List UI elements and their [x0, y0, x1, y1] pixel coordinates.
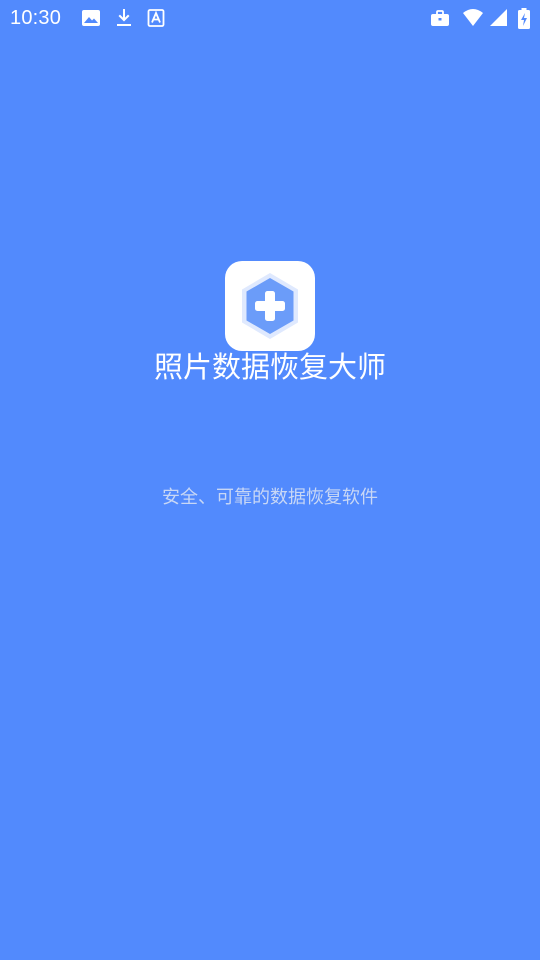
- app-title: 照片数据恢复大师: [153, 350, 386, 384]
- wifi-icon: [462, 8, 483, 28]
- status-time: 10:30: [10, 7, 62, 29]
- cell-signal-icon: [489, 8, 509, 28]
- font-icon: [147, 8, 167, 28]
- app-icon: [225, 261, 315, 351]
- medical-plus-hexagon-icon: [242, 273, 298, 339]
- battery-charging-icon: [517, 8, 531, 29]
- status-bar: 10:30: [0, 0, 540, 36]
- briefcase-icon: [430, 8, 450, 28]
- download-icon: [114, 8, 134, 28]
- app-slogan: 安全、可靠的数据恢复软件: [162, 487, 378, 508]
- image-icon: [81, 8, 101, 28]
- splash-screen: 10:30 照片数据恢复大师 安全、可靠的数据恢复软件: [0, 0, 540, 960]
